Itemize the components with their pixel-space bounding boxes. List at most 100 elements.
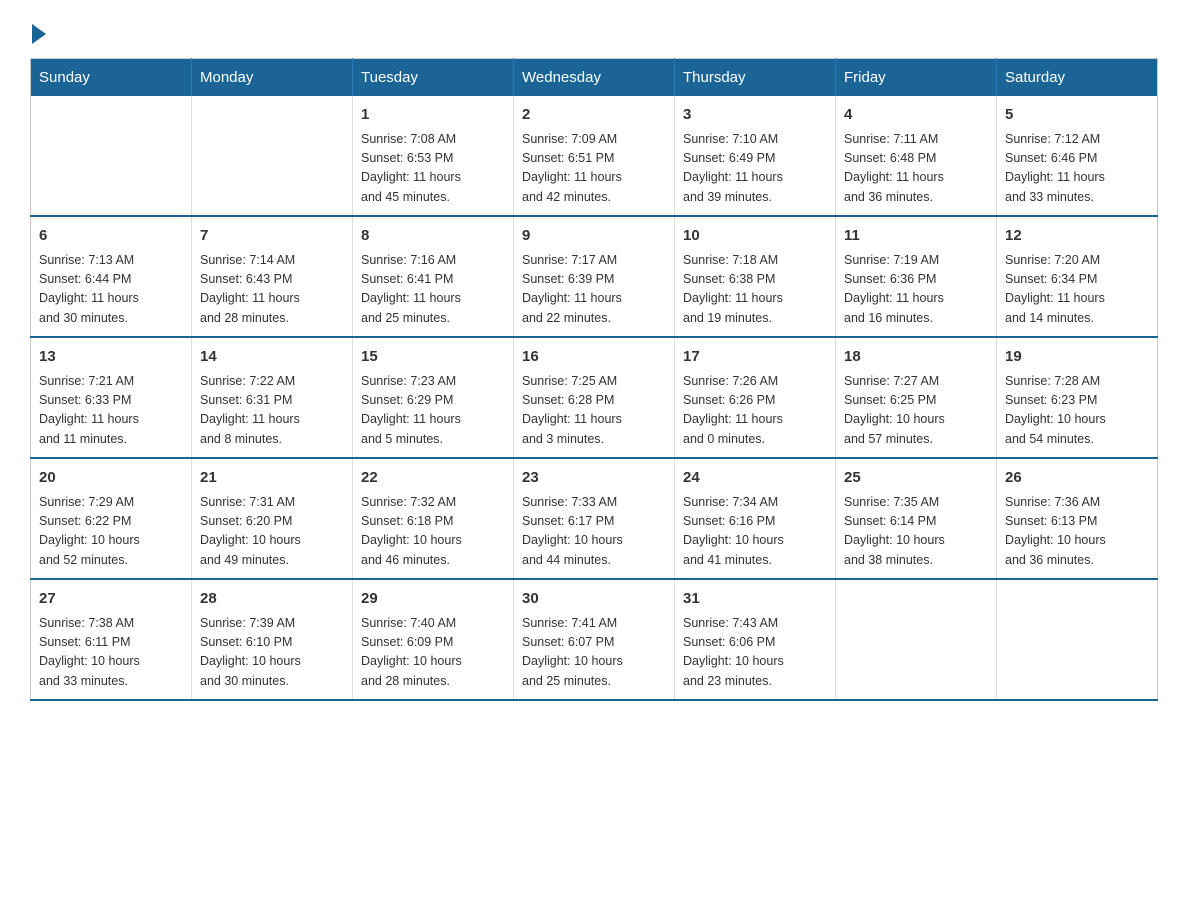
day-number: 5 — [1005, 104, 1149, 127]
day-info: Sunrise: 7:23 AMSunset: 6:29 PMDaylight:… — [361, 372, 505, 450]
calendar-cell: 15 Sunrise: 7:23 AMSunset: 6:29 PMDayligh… — [353, 337, 514, 458]
day-info: Sunrise: 7:16 AMSunset: 6:41 PMDaylight:… — [361, 251, 505, 329]
weekday-header-row: SundayMondayTuesdayWednesdayThursdayFrid… — [31, 59, 1158, 97]
day-number: 6 — [39, 225, 183, 248]
day-info: Sunrise: 7:18 AMSunset: 6:38 PMDaylight:… — [683, 251, 827, 329]
calendar-cell: 5 Sunrise: 7:12 AMSunset: 6:46 PMDaylight… — [997, 96, 1158, 216]
calendar-cell: 28 Sunrise: 7:39 AMSunset: 6:10 PMDayligh… — [192, 579, 353, 700]
calendar-cell: 6 Sunrise: 7:13 AMSunset: 6:44 PMDaylight… — [31, 216, 192, 337]
day-info: Sunrise: 7:28 AMSunset: 6:23 PMDaylight:… — [1005, 372, 1149, 450]
week-row-1: 1Sunrise: 7:08 AMSunset: 6:53 PMDaylight… — [31, 96, 1158, 216]
calendar-cell: 21Sunrise: 7:31 AMSunset: 6:20 PMDayligh… — [192, 458, 353, 579]
day-number: 30 — [522, 588, 666, 611]
day-number: 21 — [200, 467, 344, 490]
calendar-cell — [31, 96, 192, 216]
logo — [30, 20, 46, 42]
day-info: Sunrise: 7:26 AMSunset: 6:26 PMDaylight:… — [683, 372, 827, 450]
day-info: Sunrise: 7:39 AMSunset: 6:10 PMDaylight:… — [200, 614, 344, 692]
day-info: Sunrise: 7:41 AMSunset: 6:07 PMDaylight:… — [522, 614, 666, 692]
day-info: Sunrise: 7:38 AMSunset: 6:11 PMDaylight:… — [39, 614, 183, 692]
day-number: 27 — [39, 588, 183, 611]
day-number: 29 — [361, 588, 505, 611]
day-number: 20 — [39, 467, 183, 490]
week-row-5: 27 Sunrise: 7:38 AMSunset: 6:11 PMDayligh… — [31, 579, 1158, 700]
calendar-cell: 26 Sunrise: 7:36 AMSunset: 6:13 PMDayligh… — [997, 458, 1158, 579]
calendar-cell — [997, 579, 1158, 700]
day-number: 18 — [844, 346, 988, 369]
calendar-cell: 14 Sunrise: 7:22 AMSunset: 6:31 PMDayligh… — [192, 337, 353, 458]
calendar-cell — [192, 96, 353, 216]
weekday-header-friday: Friday — [836, 59, 997, 97]
day-number: 13 — [39, 346, 183, 369]
weekday-header-saturday: Saturday — [997, 59, 1158, 97]
calendar-table: SundayMondayTuesdayWednesdayThursdayFrid… — [30, 58, 1158, 701]
calendar-cell: 4 Sunrise: 7:11 AMSunset: 6:48 PMDaylight… — [836, 96, 997, 216]
day-number: 24 — [683, 467, 827, 490]
calendar-cell: 23 Sunrise: 7:33 AMSunset: 6:17 PMDayligh… — [514, 458, 675, 579]
day-info: Sunrise: 7:19 AMSunset: 6:36 PMDaylight:… — [844, 251, 988, 329]
calendar-cell: 7Sunrise: 7:14 AMSunset: 6:43 PMDaylight… — [192, 216, 353, 337]
day-number: 1 — [361, 104, 505, 127]
weekday-header-monday: Monday — [192, 59, 353, 97]
day-info: Sunrise: 7:10 AMSunset: 6:49 PMDaylight:… — [683, 130, 827, 208]
day-info: Sunrise: 7:27 AMSunset: 6:25 PMDaylight:… — [844, 372, 988, 450]
day-info: Sunrise: 7:43 AMSunset: 6:06 PMDaylight:… — [683, 614, 827, 692]
day-info: Sunrise: 7:14 AMSunset: 6:43 PMDaylight:… — [200, 251, 344, 329]
calendar-cell: 2Sunrise: 7:09 AMSunset: 6:51 PMDaylight… — [514, 96, 675, 216]
calendar-cell: 25Sunrise: 7:35 AMSunset: 6:14 PMDayligh… — [836, 458, 997, 579]
day-info: Sunrise: 7:12 AMSunset: 6:46 PMDaylight:… — [1005, 130, 1149, 208]
week-row-2: 6 Sunrise: 7:13 AMSunset: 6:44 PMDaylight… — [31, 216, 1158, 337]
day-number: 11 — [844, 225, 988, 248]
calendar-cell: 17 Sunrise: 7:26 AMSunset: 6:26 PMDayligh… — [675, 337, 836, 458]
calendar-cell: 11 Sunrise: 7:19 AMSunset: 6:36 PMDayligh… — [836, 216, 997, 337]
day-number: 17 — [683, 346, 827, 369]
day-info: Sunrise: 7:21 AMSunset: 6:33 PMDaylight:… — [39, 372, 183, 450]
day-number: 28 — [200, 588, 344, 611]
day-number: 3 — [683, 104, 827, 127]
calendar-cell: 12 Sunrise: 7:20 AMSunset: 6:34 PMDayligh… — [997, 216, 1158, 337]
weekday-header-wednesday: Wednesday — [514, 59, 675, 97]
day-info: Sunrise: 7:25 AMSunset: 6:28 PMDaylight:… — [522, 372, 666, 450]
calendar-cell: 8Sunrise: 7:16 AMSunset: 6:41 PMDaylight… — [353, 216, 514, 337]
calendar-cell: 13 Sunrise: 7:21 AMSunset: 6:33 PMDayligh… — [31, 337, 192, 458]
day-number: 4 — [844, 104, 988, 127]
day-number: 12 — [1005, 225, 1149, 248]
day-info: Sunrise: 7:33 AMSunset: 6:17 PMDaylight:… — [522, 493, 666, 571]
day-info: Sunrise: 7:22 AMSunset: 6:31 PMDaylight:… — [200, 372, 344, 450]
calendar-cell: 1Sunrise: 7:08 AMSunset: 6:53 PMDaylight… — [353, 96, 514, 216]
day-number: 10 — [683, 225, 827, 248]
day-number: 25 — [844, 467, 988, 490]
day-number: 15 — [361, 346, 505, 369]
day-number: 9 — [522, 225, 666, 248]
calendar-cell: 18 Sunrise: 7:27 AMSunset: 6:25 PMDayligh… — [836, 337, 997, 458]
weekday-header-tuesday: Tuesday — [353, 59, 514, 97]
day-info: Sunrise: 7:11 AMSunset: 6:48 PMDaylight:… — [844, 130, 988, 208]
day-number: 31 — [683, 588, 827, 611]
calendar-cell — [836, 579, 997, 700]
week-row-4: 20 Sunrise: 7:29 AMSunset: 6:22 PMDayligh… — [31, 458, 1158, 579]
day-number: 23 — [522, 467, 666, 490]
calendar-cell: 19Sunrise: 7:28 AMSunset: 6:23 PMDayligh… — [997, 337, 1158, 458]
day-info: Sunrise: 7:17 AMSunset: 6:39 PMDaylight:… — [522, 251, 666, 329]
day-number: 16 — [522, 346, 666, 369]
calendar-cell: 10 Sunrise: 7:18 AMSunset: 6:38 PMDayligh… — [675, 216, 836, 337]
day-number: 22 — [361, 467, 505, 490]
day-info: Sunrise: 7:34 AMSunset: 6:16 PMDaylight:… — [683, 493, 827, 571]
day-info: Sunrise: 7:13 AMSunset: 6:44 PMDaylight:… — [39, 251, 183, 329]
calendar-cell: 16 Sunrise: 7:25 AMSunset: 6:28 PMDayligh… — [514, 337, 675, 458]
day-info: Sunrise: 7:20 AMSunset: 6:34 PMDaylight:… — [1005, 251, 1149, 329]
calendar-cell: 31 Sunrise: 7:43 AMSunset: 6:06 PMDayligh… — [675, 579, 836, 700]
calendar-cell: 3 Sunrise: 7:10 AMSunset: 6:49 PMDaylight… — [675, 96, 836, 216]
day-info: Sunrise: 7:29 AMSunset: 6:22 PMDaylight:… — [39, 493, 183, 571]
logo-arrow-icon — [32, 24, 46, 44]
calendar-cell: 27 Sunrise: 7:38 AMSunset: 6:11 PMDayligh… — [31, 579, 192, 700]
calendar-cell: 9 Sunrise: 7:17 AMSunset: 6:39 PMDaylight… — [514, 216, 675, 337]
day-info: Sunrise: 7:36 AMSunset: 6:13 PMDaylight:… — [1005, 493, 1149, 571]
calendar-cell: 30 Sunrise: 7:41 AMSunset: 6:07 PMDayligh… — [514, 579, 675, 700]
week-row-3: 13 Sunrise: 7:21 AMSunset: 6:33 PMDayligh… — [31, 337, 1158, 458]
page-header — [30, 20, 1158, 42]
day-number: 14 — [200, 346, 344, 369]
weekday-header-sunday: Sunday — [31, 59, 192, 97]
day-number: 26 — [1005, 467, 1149, 490]
day-info: Sunrise: 7:32 AMSunset: 6:18 PMDaylight:… — [361, 493, 505, 571]
